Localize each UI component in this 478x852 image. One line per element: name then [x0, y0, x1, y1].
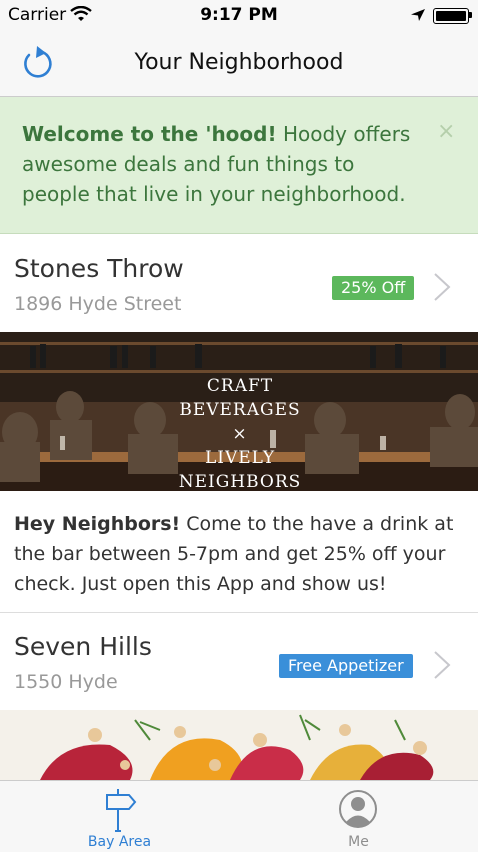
navigation-bar: Your Neighborhood — [0, 30, 478, 97]
food-scene — [0, 710, 478, 780]
listing-address: 1896 Hyde Street — [14, 293, 182, 315]
deal-badge: Free Appetizer — [279, 654, 413, 678]
battery-tip — [469, 12, 472, 18]
tab-label: Bay Area — [87, 834, 152, 850]
description-heading: Hey Neighbors! — [14, 513, 181, 535]
welcome-message: Welcome to the 'hood! Hoody offers aweso… — [22, 119, 422, 209]
food-image — [0, 710, 478, 780]
close-icon[interactable]: × — [437, 119, 455, 144]
chevron-right-icon — [434, 273, 451, 301]
chevron-right-icon — [434, 651, 451, 679]
promo-image: CRAFT BEVERAGES × LIVELY NEIGHBORS — [0, 332, 478, 491]
page-title: Your Neighborhood — [134, 50, 344, 75]
description-text: Hey Neighbors! Come to the have a drink … — [14, 509, 469, 599]
listing-name: Seven Hills — [14, 632, 152, 661]
battery-icon — [433, 8, 469, 24]
tab-bay-area[interactable]: Bay Area — [0, 781, 239, 852]
signpost-icon — [106, 789, 137, 832]
listing-address: 1550 Hyde — [14, 671, 118, 693]
user-icon — [339, 790, 377, 828]
promo-line-2: LIVELY NEIGHBORS — [178, 448, 302, 491]
listing-name: Stones Throw — [14, 254, 184, 283]
welcome-banner: Welcome to the 'hood! Hoody offers aweso… — [0, 97, 478, 234]
listing-seven-hills[interactable]: Seven Hills 1550 Hyde Free Appetizer — [0, 614, 478, 711]
location-arrow-icon — [411, 9, 425, 21]
tab-label: Me — [348, 834, 369, 850]
tab-me[interactable]: Me — [239, 781, 478, 852]
status-bar: Carrier 9:17 PM — [0, 0, 478, 30]
tab-bar: Bay Area Me — [0, 780, 478, 852]
promo-line-1: CRAFT BEVERAGES — [179, 376, 301, 420]
listing-description: Hey Neighbors! Come to the have a drink … — [0, 492, 478, 613]
clock: 9:17 PM — [200, 5, 278, 25]
welcome-heading: Welcome to the 'hood! — [22, 122, 277, 146]
listing-stones-throw[interactable]: Stones Throw 1896 Hyde Street 25% Off — [0, 236, 478, 333]
deal-badge: 25% Off — [332, 276, 415, 300]
promo-separator: × — [232, 424, 248, 444]
